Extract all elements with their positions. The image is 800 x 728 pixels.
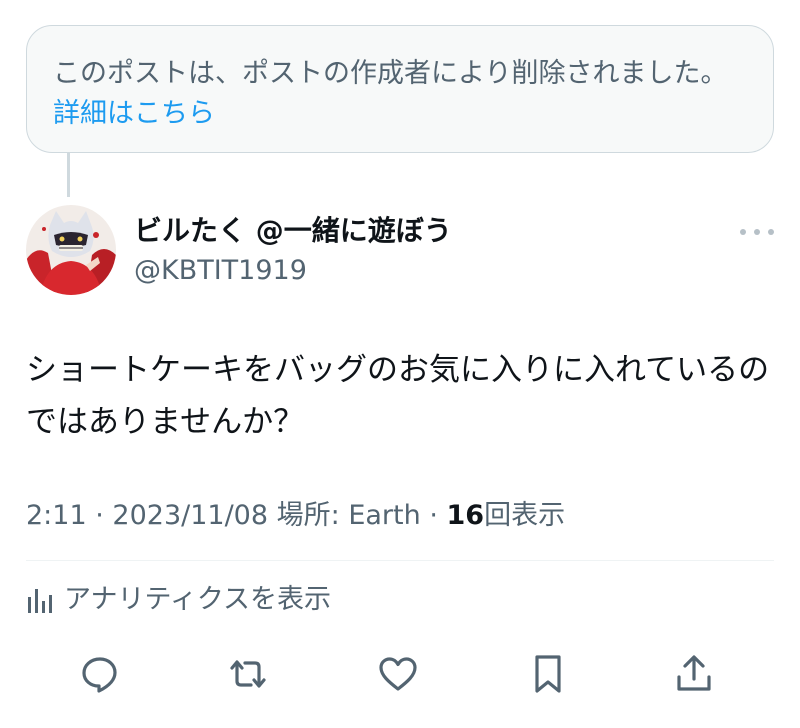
- repost-icon: [230, 660, 266, 688]
- divider: [26, 560, 774, 561]
- like-button[interactable]: [374, 650, 422, 698]
- avatar[interactable]: [26, 205, 116, 295]
- reply-icon: [82, 657, 117, 693]
- analytics-label: アナリティクスを表示: [64, 584, 332, 615]
- learn-more-link[interactable]: 詳細はこちら: [53, 98, 215, 129]
- post-time[interactable]: 2:11: [26, 500, 87, 531]
- analytics-bar-chart-icon: [28, 589, 52, 613]
- author-handle[interactable]: @KBTIT1919: [134, 252, 307, 290]
- post-location: 場所: Earth: [276, 500, 421, 531]
- post-meta: 2:11 · 2023/11/08 場所: Earth · 16回表示: [26, 497, 565, 535]
- like-icon: [379, 657, 417, 691]
- views-label: 回表示: [484, 500, 566, 531]
- meta-separator: ·: [95, 500, 104, 531]
- repost-button[interactable]: [224, 650, 272, 698]
- bookmark-icon: [535, 655, 561, 693]
- deleted-notice-text: このポストは、ポストの作成者により削除されました。: [53, 58, 728, 89]
- deleted-post-notice: このポストは、ポストの作成者により削除されました。詳細はこちら: [26, 25, 774, 153]
- more-dot-icon: [768, 229, 774, 235]
- more-dot-icon: [740, 229, 746, 235]
- views-count: 16: [446, 500, 485, 531]
- thread-connector-line: [67, 153, 70, 197]
- post-date[interactable]: 2023/11/08: [112, 500, 268, 531]
- avatar-image: [26, 205, 116, 295]
- post-text: ショートケーキをバッグのお気に入りに入れているのではありませんか？: [26, 352, 770, 440]
- author-display-name[interactable]: ビルたく @一緒に遊ぼう: [134, 212, 452, 250]
- bookmark-button[interactable]: [524, 650, 572, 698]
- reply-button[interactable]: [76, 650, 124, 698]
- more-options-button[interactable]: [740, 220, 774, 244]
- share-icon: [677, 655, 711, 691]
- meta-separator: ·: [429, 500, 438, 531]
- share-button[interactable]: [670, 650, 718, 698]
- more-dot-icon: [754, 229, 760, 235]
- view-analytics-button[interactable]: アナリティクスを表示: [26, 580, 331, 620]
